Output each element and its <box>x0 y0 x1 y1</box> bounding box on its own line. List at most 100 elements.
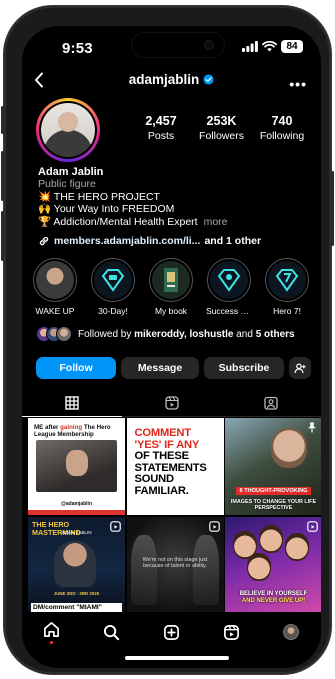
nav-create[interactable] <box>156 624 186 641</box>
reel-post-icon <box>110 520 121 532</box>
follow-button[interactable]: Follow <box>36 357 116 379</box>
display-name: Adam Jablin <box>38 166 104 178</box>
post-tile[interactable]: THE HERO MASTERMIND ADAM JABLIN JUNE 2ND… <box>28 516 125 614</box>
post-text: 8 THOUGHT-PROVOKING <box>236 487 311 495</box>
reel-post-icon <box>307 520 318 532</box>
highlight-30-day[interactable]: 30-Day! <box>90 258 136 316</box>
search-icon <box>104 624 120 640</box>
nav-home[interactable] <box>37 621 67 644</box>
profile-tabs <box>22 389 321 417</box>
nav-reels[interactable] <box>216 624 246 641</box>
post-text: DM/comment "MIAMI" <box>31 602 122 612</box>
profile-header: adamjablin ••• <box>22 70 321 94</box>
bio-link-suffix[interactable]: and 1 other <box>204 235 261 247</box>
suggested-users-button[interactable] <box>289 357 311 379</box>
highlight-hero-7[interactable]: Hero 7! <box>264 258 310 316</box>
bio-line: 💥 THE HERO PROJECT <box>38 190 160 203</box>
hero-diamond-icon <box>101 269 125 292</box>
highlight-label: Hero 7! <box>273 306 301 316</box>
bio-line: 🏆 Addiction/Mental Health Expert <box>38 215 198 228</box>
status-time: 9:53 <box>62 40 93 57</box>
subscribe-button[interactable]: Subscribe <box>204 357 284 379</box>
bio-line: 🙌 Your Way Into FREEDOM <box>38 203 175 216</box>
post-text: JUNE 2ND - 3RD 2025 <box>53 590 100 596</box>
highlight-cover <box>268 261 306 299</box>
profile-actions: Follow Message Subscribe <box>36 357 311 379</box>
post-photo <box>259 524 283 553</box>
avatar-photo <box>41 103 95 157</box>
reel-post-icon <box>208 520 220 532</box>
post-photo <box>285 532 309 561</box>
highlight-label: My book <box>154 306 188 316</box>
tab-tagged[interactable] <box>221 389 321 417</box>
more-options-icon[interactable]: ••• <box>289 76 307 92</box>
post-tile[interactable]: BELIEVE IN YOURSELF AND NEVER GIVE UP! <box>225 516 321 614</box>
bottom-navigation <box>22 612 321 652</box>
followed-by-mid: and <box>233 328 256 340</box>
stat-following-label: Following <box>259 130 305 142</box>
post-text: SOUND <box>134 473 175 485</box>
highlight-my-book[interactable]: My book <box>148 258 194 316</box>
post-text: FAMILIAR. <box>134 484 189 497</box>
mutual-avatar <box>56 326 72 342</box>
highlight-cover <box>210 261 248 299</box>
tagged-icon <box>264 396 278 410</box>
highlight-cover <box>36 261 74 299</box>
bio-more-link[interactable]: more <box>204 216 228 228</box>
post-tile[interactable]: ME after gaining The Hero League Members… <box>28 418 125 515</box>
mute-switch <box>1 106 4 134</box>
hero-diamond-icon <box>275 269 299 292</box>
post-tile[interactable]: COMMENT 'YES' IF ANY OF THESE STATEMENTS… <box>126 418 224 515</box>
post-tile[interactable]: We're not on this stage just because of … <box>126 516 224 614</box>
highlight-label: WAKE UP <box>35 306 75 316</box>
post-photo <box>271 428 307 468</box>
post-caption: 8 THOUGHT-PROVOKING IMAGES TO CHANGE YOU… <box>229 479 318 511</box>
bio-link-row[interactable]: members.adamjablin.com/li... and 1 other <box>38 235 311 247</box>
post-tile[interactable]: 8 THOUGHT-PROVOKING IMAGES TO CHANGE YOU… <box>225 418 321 515</box>
stat-following[interactable]: 740 Following <box>253 114 311 142</box>
post-photo <box>247 552 271 581</box>
posts-grid: ME after gaining The Hero League Members… <box>28 418 321 614</box>
tab-reels[interactable] <box>121 389 222 417</box>
post-photo <box>54 540 96 587</box>
book-icon <box>164 268 178 292</box>
profile-username-row: adamjablin <box>22 72 321 87</box>
post-accent-bar <box>28 510 125 515</box>
notification-dot <box>50 640 54 644</box>
tab-posts-grid[interactable] <box>22 389 122 417</box>
verified-badge-icon <box>203 74 214 85</box>
followed-by-prefix: Followed by <box>78 328 135 340</box>
post-overlay-text: ME after gaining The Hero League Members… <box>34 424 119 438</box>
post-text: OF THESE <box>134 450 190 462</box>
profile-category: Public figure <box>38 178 96 191</box>
profile-bio: Adam Jablin Public figure 💥 THE HERO PRO… <box>38 166 311 228</box>
bio-link[interactable]: members.adamjablin.com/li... <box>54 235 200 247</box>
post-text: IMAGES TO CHANGE YOUR LIFE PERSPECTIVE <box>230 499 317 511</box>
stat-posts-value: 2,457 <box>145 114 177 128</box>
highlight-wake-up[interactable]: WAKE UP <box>32 258 78 316</box>
volume-down-button <box>1 211 4 261</box>
followed-by-text: Followed by mikeroddy, loshustle and 5 o… <box>78 329 295 340</box>
highlight-cover <box>152 261 190 299</box>
profile-username: adamjablin <box>128 72 200 87</box>
hero-diamond-icon <box>217 269 241 292</box>
status-icons: 84 <box>242 40 303 53</box>
bio-line-last: 🏆 Addiction/Mental Health Expert more <box>38 216 311 228</box>
stat-followers[interactable]: 253K Followers <box>193 114 251 142</box>
followed-by-names: mikeroddy, loshustle <box>134 328 234 340</box>
home-icon <box>44 621 60 637</box>
post-photo <box>192 534 219 605</box>
message-button[interactable]: Message <box>121 357 199 379</box>
grid-icon <box>65 395 79 410</box>
highlight-cover <box>94 261 132 299</box>
highlight-success-stories[interactable]: Success St... <box>206 258 252 316</box>
phone-frame: 9:53 84 adamjablin ••• 2,457 Posts 253K … <box>1 6 334 674</box>
stat-posts[interactable]: 2,457 Posts <box>132 114 190 142</box>
profile-avatar[interactable] <box>36 98 100 162</box>
nav-profile[interactable] <box>276 624 306 640</box>
stat-following-value: 740 <box>271 114 293 128</box>
power-button <box>331 171 334 246</box>
nav-search[interactable] <box>97 624 127 641</box>
followed-by-row[interactable]: Followed by mikeroddy, loshustle and 5 o… <box>36 326 311 342</box>
pinned-post-icon <box>308 422 316 433</box>
